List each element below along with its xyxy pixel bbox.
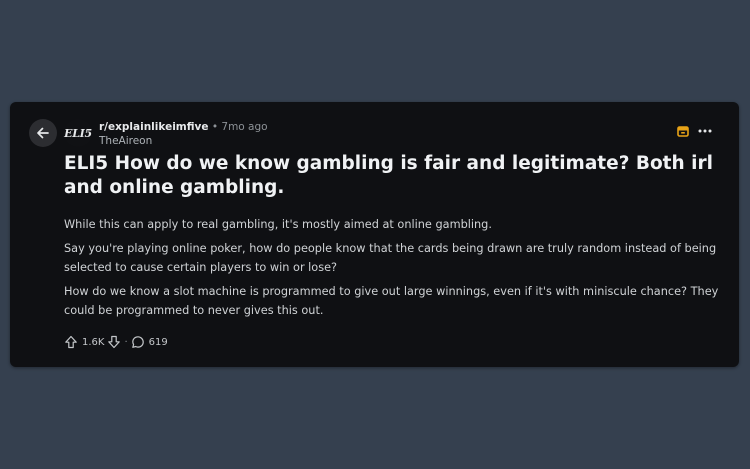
back-button[interactable] [29, 119, 57, 147]
subreddit-link[interactable]: r/explainlikeimfive [99, 121, 209, 133]
body-paragraph: While this can apply to real gambling, i… [64, 218, 492, 231]
post-card: ELI5 r/explainlikeimfive • 7mo ago TheAi… [10, 102, 739, 367]
comment-count[interactable]: 619 [149, 337, 168, 348]
vote-count: 1.6K [82, 336, 105, 348]
action-separator: · [124, 336, 128, 348]
arrow-left-icon [37, 127, 49, 139]
subreddit-avatar-text: ELI5 [64, 126, 92, 140]
post-actions: 1.6K · 619 [64, 334, 168, 350]
body-paragraph: How do we know a slot machine is program… [64, 285, 719, 317]
award-icon[interactable] [676, 124, 690, 138]
downvote-arrow-icon[interactable] [107, 335, 121, 349]
more-horizontal-icon[interactable] [696, 124, 714, 138]
comment-bubble-icon[interactable] [131, 335, 145, 349]
post-meta: r/explainlikeimfive • 7mo ago TheAireon [99, 120, 268, 148]
subreddit-avatar[interactable]: ELI5 [64, 119, 92, 147]
post-body: While this can apply to real gambling, i… [64, 215, 724, 325]
post-title[interactable]: ELI5 How do we know gambling is fair and… [64, 152, 724, 200]
author-link[interactable]: TheAireon [99, 134, 268, 148]
post-age: 7mo ago [221, 121, 268, 133]
meta-separator: • [211, 121, 219, 133]
upvote-arrow-icon[interactable] [64, 335, 78, 349]
body-paragraph: Say you're playing online poker, how do … [64, 242, 717, 274]
